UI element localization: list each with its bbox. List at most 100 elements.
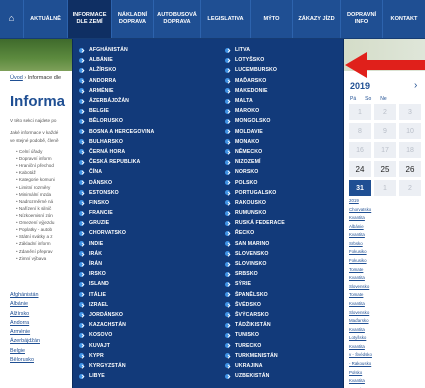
- menu-country-item[interactable]: FRANCIE: [79, 208, 199, 218]
- menu-country-item[interactable]: MALTA: [225, 96, 345, 106]
- nav-dopravni-info[interactable]: DOPRAVNÍ INFO: [341, 0, 383, 38]
- topic-item[interactable]: Dopravní inform: [16, 155, 70, 162]
- menu-country-item[interactable]: RAKOUSKO: [225, 198, 345, 208]
- menu-country-item[interactable]: ALBÁNIE: [79, 55, 199, 65]
- news-link[interactable]: Albánie: [349, 223, 425, 232]
- menu-country-item[interactable]: KOSOVO: [79, 330, 199, 340]
- calendar-day[interactable]: 16: [349, 142, 371, 158]
- topic-item[interactable]: Nízkoemisní zón: [16, 212, 70, 219]
- menu-country-item[interactable]: TURKMENISTÁN: [225, 351, 345, 361]
- nav-legislativa[interactable]: LEGISLATIVA: [201, 0, 251, 38]
- topic-item[interactable]: Zimní výbava: [16, 255, 70, 262]
- menu-country-item[interactable]: LIBYE: [79, 371, 199, 381]
- menu-country-item[interactable]: SLOVINSKO: [225, 259, 345, 269]
- news-link[interactable]: Srbsko: [349, 240, 425, 249]
- topic-item[interactable]: Nadrozměrné ná: [16, 198, 70, 205]
- menu-country-item[interactable]: MONAKO: [225, 137, 345, 147]
- menu-country-item[interactable]: ESTONSKO: [79, 188, 199, 198]
- nav-zakazy-jizd[interactable]: ZÁKAZY JÍZD: [293, 0, 341, 38]
- menu-country-item[interactable]: KAZACHSTÁN: [79, 320, 199, 330]
- menu-country-item[interactable]: IRÁK: [79, 249, 199, 259]
- menu-country-item[interactable]: INDIE: [79, 239, 199, 249]
- menu-country-item[interactable]: MAROKO: [225, 106, 345, 116]
- topic-item[interactable]: Limitní rozměry: [16, 184, 70, 191]
- menu-country-item[interactable]: RUMUNSKO: [225, 208, 345, 218]
- menu-country-item[interactable]: NIZOZEMÍ: [225, 157, 345, 167]
- menu-country-item[interactable]: ITÁLIE: [79, 290, 199, 300]
- news-link[interactable]: v - Švédsko: [349, 351, 425, 360]
- home-icon[interactable]: ⌂: [0, 0, 24, 38]
- menu-country-item[interactable]: UKRAJINA: [225, 361, 345, 371]
- calendar-day[interactable]: 3: [399, 104, 421, 120]
- menu-country-item[interactable]: NĚMECKO: [225, 147, 345, 157]
- calendar-day[interactable]: 2: [399, 180, 421, 196]
- menu-country-item[interactable]: KYRGYZSTÁN: [79, 361, 199, 371]
- country-link[interactable]: Albánie: [10, 300, 40, 309]
- calendar-day[interactable]: 1: [349, 104, 371, 120]
- menu-country-item[interactable]: FINSKO: [79, 198, 199, 208]
- topic-item[interactable]: Minimální mzda: [16, 191, 70, 198]
- news-link[interactable]: Slovensko: [349, 309, 425, 318]
- breadcrumb-home-link[interactable]: Úvod: [10, 75, 23, 81]
- menu-country-item[interactable]: SAN MARINO: [225, 239, 345, 249]
- news-link[interactable]: Kvantita: [349, 300, 425, 309]
- menu-country-item[interactable]: ÍRÁN: [79, 259, 199, 269]
- news-link[interactable]: Tomate: [349, 266, 425, 275]
- news-link[interactable]: Fokusiko: [349, 248, 425, 257]
- country-link[interactable]: Bělorusko: [10, 356, 40, 365]
- country-link[interactable]: Alžírsko: [10, 310, 40, 319]
- menu-country-item[interactable]: PORTUGALSKO: [225, 188, 345, 198]
- news-link[interactable]: Kvantita: [349, 377, 425, 386]
- menu-country-item[interactable]: JORDÁNSKO: [79, 310, 199, 320]
- country-link[interactable]: Afghánistán: [10, 291, 40, 300]
- news-link[interactable]: Slovensko: [349, 283, 425, 292]
- calendar-day[interactable]: 17: [374, 142, 396, 158]
- menu-country-item[interactable]: LITVA: [225, 45, 345, 55]
- nav-autobusova-doprava[interactable]: AUTOBUSOVÁ DOPRAVA: [154, 0, 201, 38]
- menu-country-item[interactable]: CHORVATSKO: [79, 228, 199, 238]
- menu-country-item[interactable]: SRBSKO: [225, 269, 345, 279]
- news-link[interactable]: Polsko: [349, 369, 425, 378]
- country-link[interactable]: Ázerbájdžán: [10, 337, 40, 346]
- news-link[interactable]: Chorvatsko: [349, 206, 425, 215]
- news-link[interactable]: Fokusiko: [349, 257, 425, 266]
- menu-country-item[interactable]: MAKEDONIE: [225, 86, 345, 96]
- menu-country-item[interactable]: NORSKO: [225, 167, 345, 177]
- menu-country-item[interactable]: IRSKO: [79, 269, 199, 279]
- calendar-day[interactable]: 25: [374, 161, 396, 177]
- menu-country-item[interactable]: MAĎARSKO: [225, 76, 345, 86]
- menu-country-item[interactable]: TÁDŽIKISTÁN: [225, 320, 345, 330]
- topic-item[interactable]: Hraniční přechod: [16, 162, 70, 169]
- menu-country-item[interactable]: ČÍNA: [79, 167, 199, 177]
- news-link[interactable]: 2019: [349, 197, 425, 206]
- menu-country-item[interactable]: TURECKO: [225, 340, 345, 350]
- menu-country-item[interactable]: LOTYŠSKO: [225, 55, 345, 65]
- menu-country-item[interactable]: SLOVENSKO: [225, 249, 345, 259]
- topic-item[interactable]: Státní svátky a z: [16, 233, 70, 240]
- menu-country-item[interactable]: ALŽÍRSKO: [79, 65, 199, 75]
- nav-myto[interactable]: MÝTO: [251, 0, 293, 38]
- topic-item[interactable]: Celní úřady: [16, 148, 70, 155]
- menu-country-item[interactable]: BOSNA A HERCEGOVINA: [79, 127, 199, 137]
- calendar-day[interactable]: 24: [349, 161, 371, 177]
- country-link[interactable]: Arménie: [10, 328, 40, 337]
- menu-country-item[interactable]: ŠPANĚLSKO: [225, 290, 345, 300]
- menu-country-item[interactable]: RUSKÁ FEDERACE: [225, 218, 345, 228]
- nav-aktualne[interactable]: AKTUÁLNĚ: [24, 0, 68, 38]
- news-link[interactable]: Kvantita: [349, 231, 425, 240]
- calendar-day[interactable]: 1: [374, 180, 396, 196]
- news-link[interactable]: Maďarsko: [349, 317, 425, 326]
- calendar-day-selected[interactable]: 31: [349, 180, 371, 196]
- topic-item[interactable]: Základní inform: [16, 240, 70, 247]
- news-link[interactable]: Kvantita: [349, 214, 425, 223]
- menu-country-item[interactable]: KYPR: [79, 351, 199, 361]
- menu-country-item[interactable]: ISLAND: [79, 279, 199, 289]
- menu-country-item[interactable]: ČESKÁ REPUBLIKA: [79, 157, 199, 167]
- menu-country-item[interactable]: ŠVÉDSKO: [225, 300, 345, 310]
- menu-country-item[interactable]: TUNISKO: [225, 330, 345, 340]
- topic-item[interactable]: Nařízení k silnič: [16, 205, 70, 212]
- menu-country-item[interactable]: AFGHÁNISTÁN: [79, 45, 199, 55]
- calendar-day[interactable]: 9: [374, 123, 396, 139]
- topic-item[interactable]: Zdanění přeprav: [16, 248, 70, 255]
- calendar-day[interactable]: 10: [399, 123, 421, 139]
